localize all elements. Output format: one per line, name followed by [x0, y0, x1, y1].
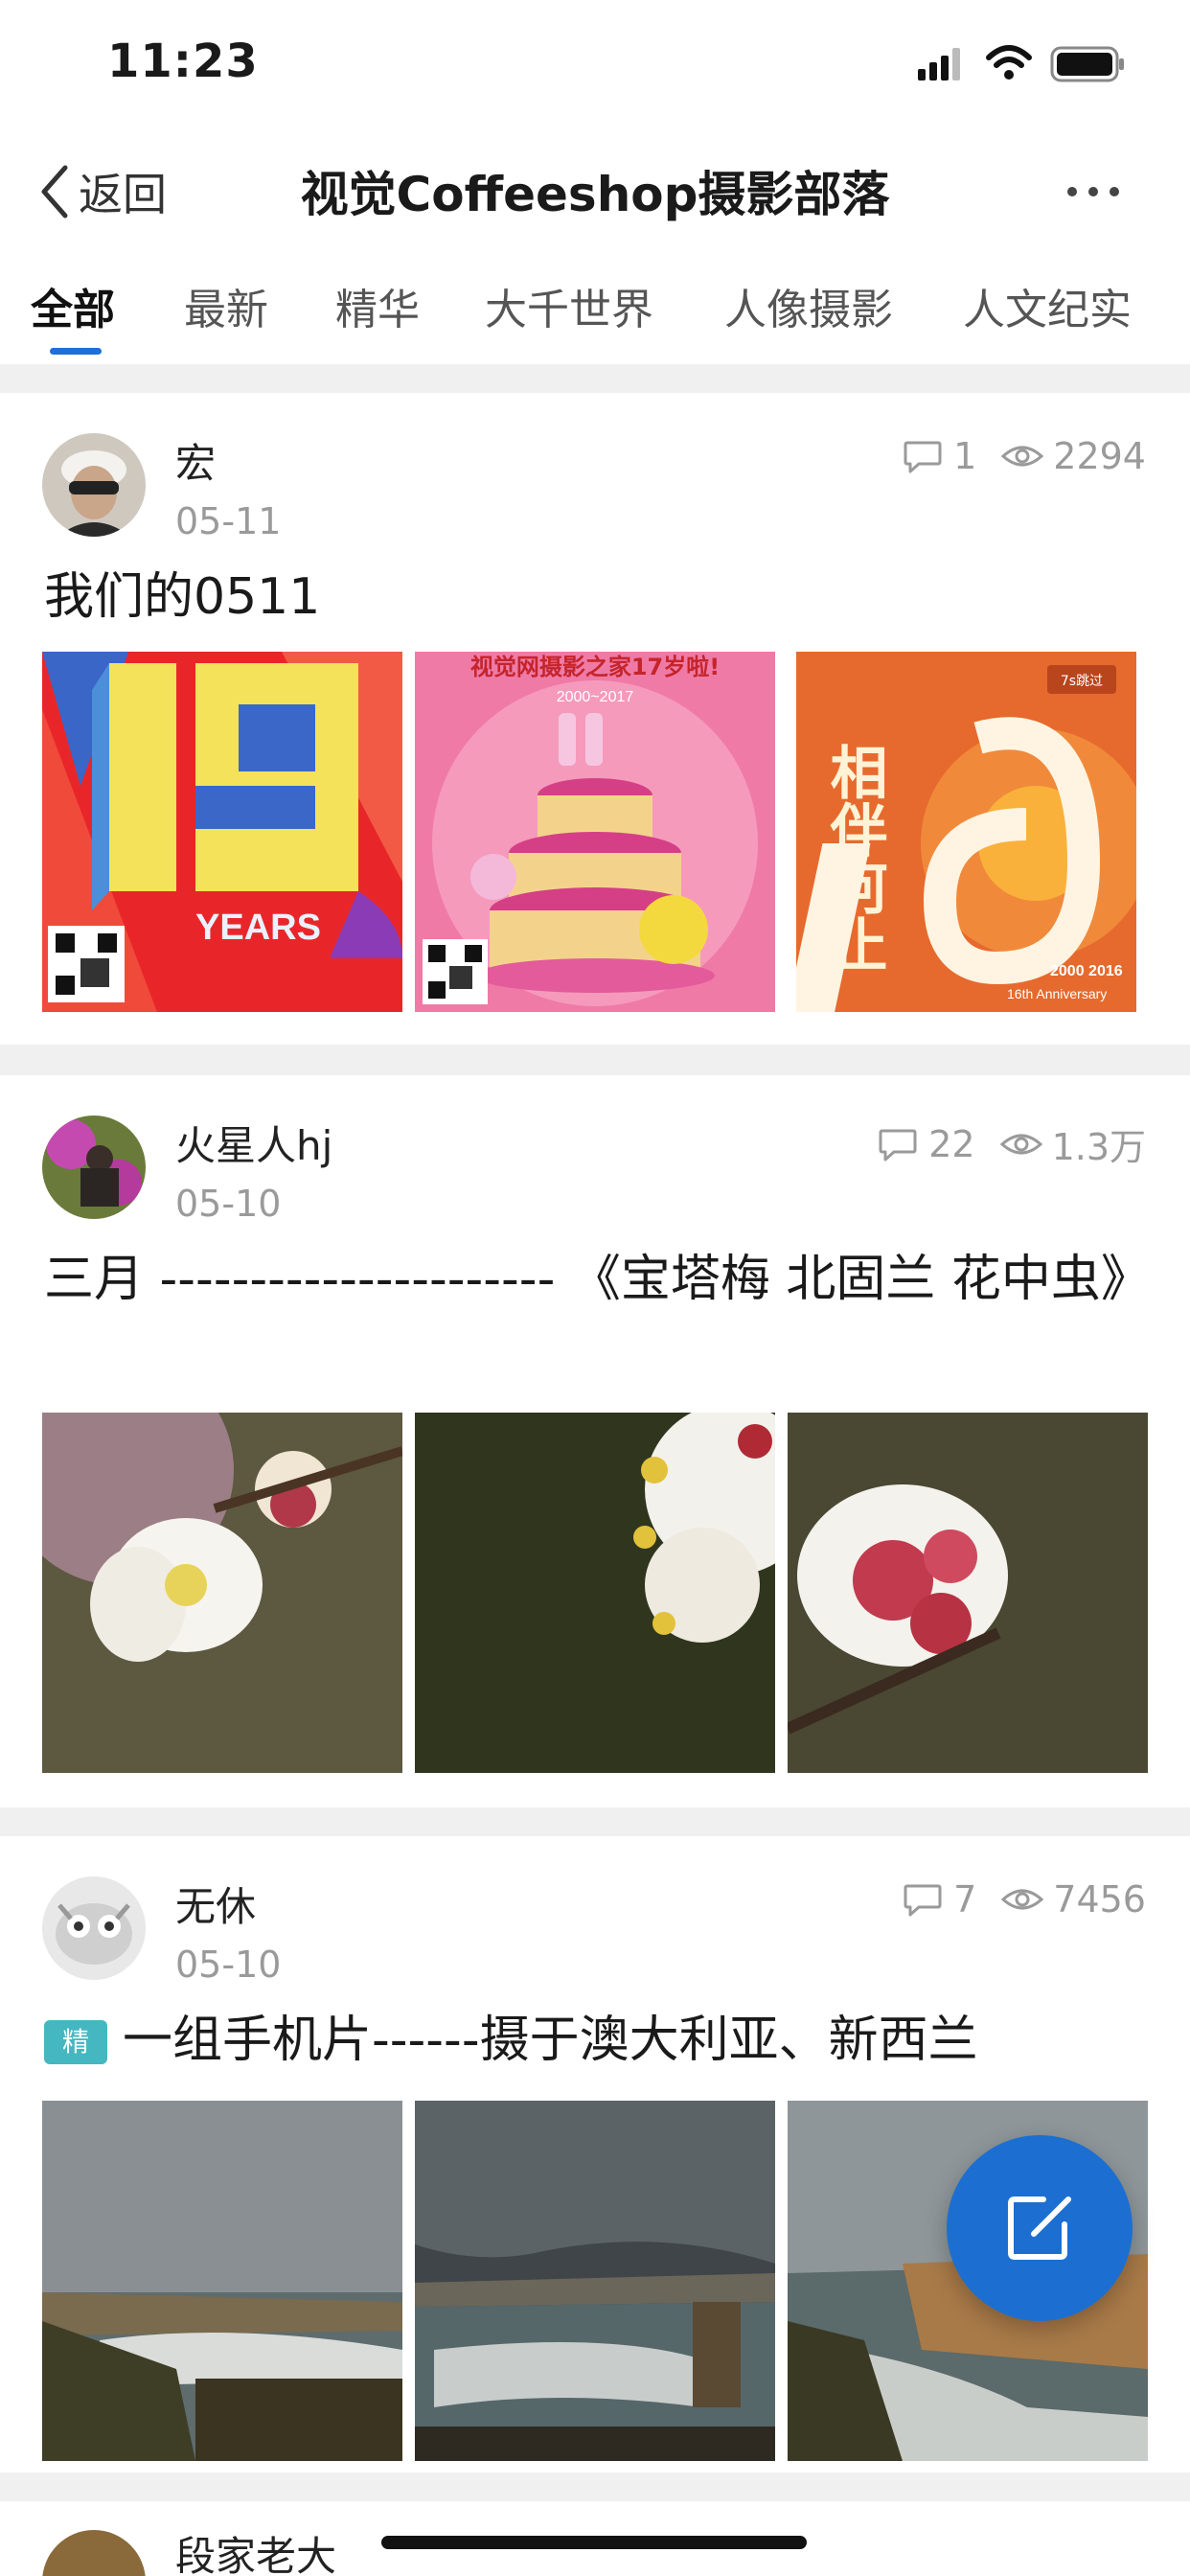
eye-icon — [1001, 1889, 1044, 1910]
post-card[interactable]: 火星人hj 05-10 22 1.3万 三月 -----------------… — [0, 1075, 1190, 1807]
view-count: 1.3万 — [1051, 1126, 1146, 1168]
comment-count: 7 — [953, 1878, 977, 1920]
active-tab-indicator — [50, 348, 102, 355]
comment-icon — [904, 1884, 942, 1917]
author-name[interactable]: 火星人hj — [175, 1114, 332, 1172]
wifi-icon — [986, 45, 1032, 80]
avatar[interactable] — [42, 433, 146, 537]
eye-icon — [999, 1134, 1042, 1154]
image-grid — [42, 1413, 1148, 1773]
status-bar: 11:23 — [0, 0, 1190, 129]
more-dots-icon[interactable] — [1060, 177, 1127, 206]
page-title: 视觉Coffeeshop摄影部落 — [300, 167, 890, 222]
home-indicator — [381, 2536, 807, 2549]
status-time: 11:23 — [107, 34, 259, 88]
battery-icon — [1050, 46, 1124, 82]
compose-button[interactable] — [947, 2135, 1133, 2321]
post-title[interactable]: 精一组手机片------摄于澳大利亚、新西兰 — [44, 2005, 1146, 2076]
tab-documentary[interactable]: 人文纪实 — [963, 275, 1132, 336]
anniversary-years-text: 2000 2016 — [1050, 963, 1123, 979]
compose-icon — [1008, 2196, 1071, 2260]
featured-badge: 精 — [44, 2020, 107, 2064]
thumbnail-image[interactable]: 视觉网摄影之家17岁啦! 2000~2017 — [415, 652, 775, 1012]
post-title[interactable]: 我们的0511 — [44, 562, 1146, 632]
cake-banner-text: 视觉网摄影之家17岁啦! — [470, 654, 720, 680]
back-button[interactable]: 返回 — [38, 158, 167, 225]
tab-portrait[interactable]: 人像摄影 — [724, 275, 893, 336]
post-title-text: 一组手机片------摄于澳大利亚、新西兰 — [123, 2012, 978, 2069]
back-label: 返回 — [79, 169, 167, 220]
author-name[interactable]: 无休 — [175, 1874, 256, 1933]
thumbnail-image[interactable]: 7s跳过 相伴何止 2000 2016 16th Anniversary — [796, 652, 1136, 1012]
post-stats: 1 2294 — [902, 435, 1146, 477]
post-title[interactable]: 三月 ---------------------- 《宝塔梅 北固兰 花中虫》 — [44, 1244, 1151, 1386]
author-name[interactable]: 段家老大 — [175, 2524, 336, 2576]
post-date: 05-10 — [175, 1944, 282, 1986]
view-count: 2294 — [1053, 435, 1146, 477]
image-grid: YEARS 视觉网摄影之家17岁啦! 2000~2017 7s跳过 2000 2… — [42, 652, 1148, 1012]
skip-text: 7s跳过 — [1061, 674, 1103, 689]
avatar[interactable] — [42, 1116, 146, 1219]
anniversary-label-text: 16th Anniversary — [1007, 986, 1107, 1001]
years-text: YEARS — [195, 908, 321, 948]
avatar[interactable] — [42, 1876, 146, 1980]
tab-featured[interactable]: 精华 — [335, 275, 420, 336]
post-date: 05-11 — [175, 500, 282, 542]
category-tabs: 全部 最新 精华 大千世界 人像摄影 人文纪实 — [0, 254, 1190, 364]
thumbnail-image[interactable] — [415, 2101, 775, 2461]
post-stats: 7 7456 — [902, 1878, 1146, 1920]
comment-count: 22 — [928, 1122, 975, 1165]
thumbnail-image[interactable] — [42, 2101, 402, 2461]
thumbnail-image[interactable] — [42, 1413, 402, 1773]
cake-years-text: 2000~2017 — [557, 689, 634, 705]
tab-all[interactable]: 全部 — [31, 275, 115, 336]
tab-latest[interactable]: 最新 — [184, 275, 268, 336]
post-stats: 22 1.3万 — [877, 1117, 1146, 1170]
chevron-left-icon — [41, 165, 68, 218]
eye-icon — [1001, 446, 1044, 467]
tab-world[interactable]: 大千世界 — [485, 275, 653, 336]
thumbnail-image[interactable] — [788, 1413, 1148, 1773]
comment-icon — [904, 441, 942, 473]
cellular-signal-icon — [918, 48, 960, 80]
post-date: 05-10 — [175, 1183, 282, 1225]
post-card[interactable]: 宏 05-11 1 2294 我们的0511 YEARS 视觉网摄影之家17岁啦… — [0, 393, 1190, 1045]
thumbnail-image[interactable]: YEARS — [42, 652, 402, 1012]
view-count: 7456 — [1053, 1878, 1146, 1920]
author-name[interactable]: 宏 — [175, 431, 216, 490]
comment-icon — [879, 1129, 917, 1161]
avatar[interactable] — [42, 2530, 146, 2576]
nav-bar: 返回 视觉Coffeeshop摄影部落 — [0, 129, 1190, 254]
thumbnail-image[interactable] — [415, 1413, 775, 1773]
comment-count: 1 — [953, 435, 977, 477]
